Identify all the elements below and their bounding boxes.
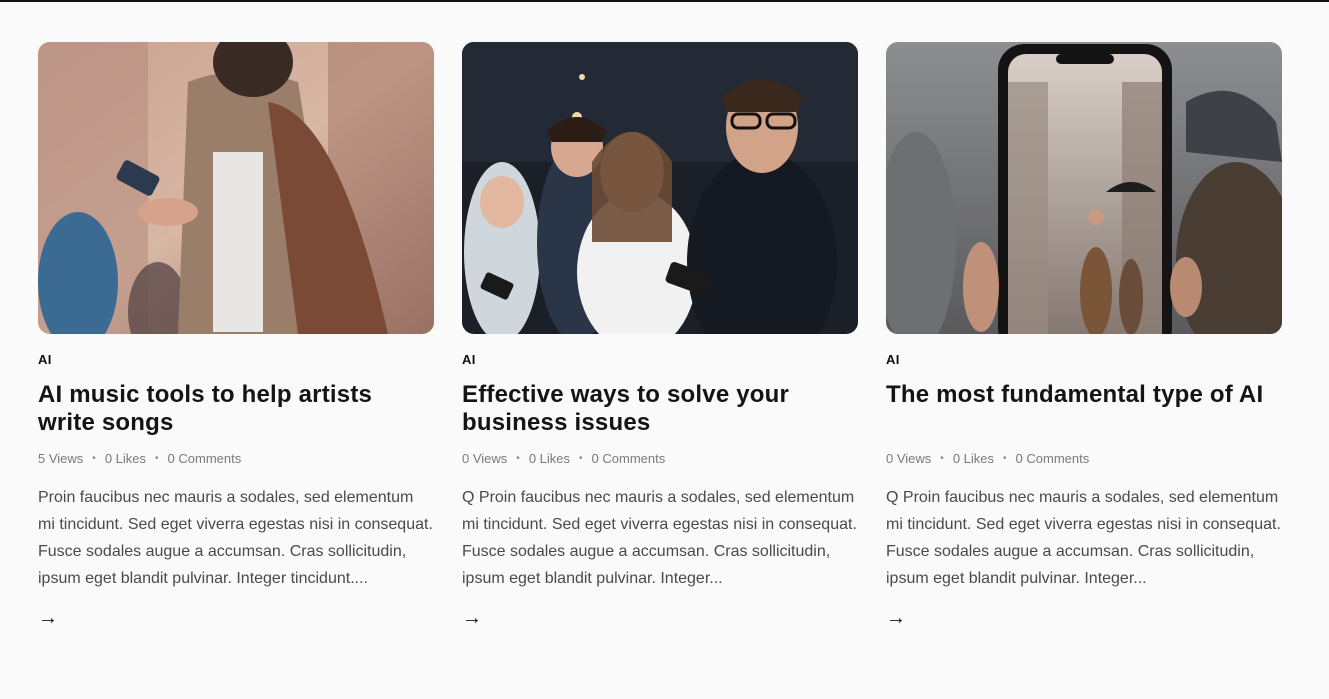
post-thumbnail-phone-street[interactable] (886, 42, 1282, 334)
read-more-arrow-icon[interactable]: → (38, 608, 62, 628)
post-meta: 0 Views • 0 Likes • 0 Comments (886, 451, 1282, 466)
post-category[interactable]: AI (886, 352, 1282, 367)
likes-count: 0 Likes (952, 451, 995, 466)
meta-separator: • (155, 453, 159, 464)
likes-count: 0 Likes (104, 451, 147, 466)
post-meta: 5 Views • 0 Likes • 0 Comments (38, 451, 434, 466)
post-card: AI Effective ways to solve your business… (462, 42, 858, 628)
post-thumbnail-group-phones[interactable] (462, 42, 858, 334)
post-title[interactable]: The most fundamental type of AI (886, 381, 1282, 437)
views-count: 0 Views (462, 451, 508, 466)
post-excerpt: Q Proin faucibus nec mauris a sodales, s… (462, 489, 857, 587)
post-category[interactable]: AI (38, 352, 434, 367)
post-card: AI The most fundamental type of AI 0 Vie… (886, 42, 1282, 628)
post-excerpt: Proin faucibus nec mauris a sodales, sed… (38, 489, 433, 587)
post-card: AI AI music tools to help artists write … (38, 42, 434, 628)
post-grid: AI AI music tools to help artists write … (38, 42, 1282, 628)
post-meta: 0 Views • 0 Likes • 0 Comments (462, 451, 858, 466)
likes-count: 0 Likes (528, 451, 571, 466)
post-excerpt: Q Proin faucibus nec mauris a sodales, s… (886, 489, 1281, 587)
meta-separator: • (92, 453, 96, 464)
post-title[interactable]: Effective ways to solve your business is… (462, 381, 858, 437)
top-divider (0, 0, 1329, 2)
meta-separator: • (940, 453, 944, 464)
post-title[interactable]: AI music tools to help artists write son… (38, 381, 434, 437)
views-count: 0 Views (886, 451, 932, 466)
meta-separator: • (579, 453, 583, 464)
comments-count: 0 Comments (1015, 451, 1090, 466)
post-thumbnail-woman-phone[interactable] (38, 42, 434, 334)
post-category[interactable]: AI (462, 352, 858, 367)
meta-separator: • (516, 453, 520, 464)
views-count: 5 Views (38, 451, 84, 466)
read-more-arrow-icon[interactable]: → (462, 608, 486, 628)
meta-separator: • (1003, 453, 1007, 464)
comments-count: 0 Comments (167, 451, 242, 466)
comments-count: 0 Comments (591, 451, 666, 466)
read-more-arrow-icon[interactable]: → (886, 608, 910, 628)
